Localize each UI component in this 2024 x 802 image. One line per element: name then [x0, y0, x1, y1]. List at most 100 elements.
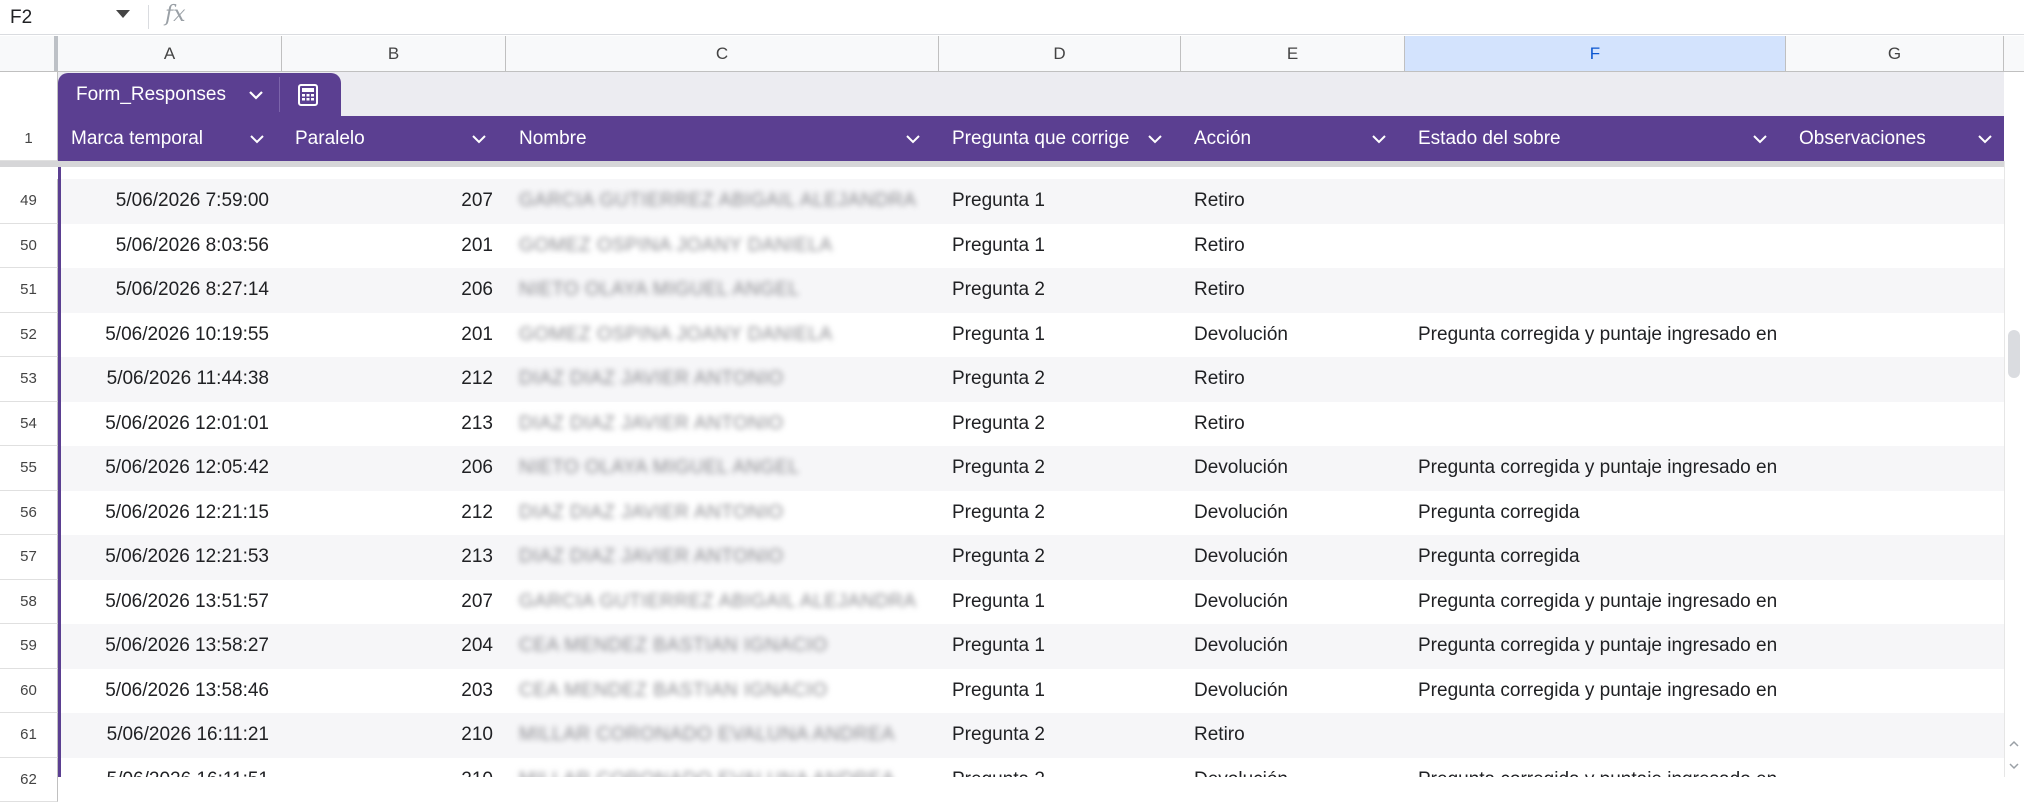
chevron-down-icon[interactable]	[246, 85, 266, 105]
scrollbar-thumb[interactable]	[2008, 330, 2020, 378]
cell-nombre[interactable]: DIAZ DIAZ JAVIER ANTONIO	[506, 491, 939, 536]
cell-pregunta[interactable]: Pregunta 2	[939, 402, 1181, 447]
cell-marca-temporal[interactable]: 5/06/2026 16:11:51	[58, 758, 282, 778]
column-header-b[interactable]: B	[282, 36, 506, 71]
cell-estado-del-sobre[interactable]: Pregunta corregida	[1405, 535, 1786, 580]
cell-nombre[interactable]: GOMEZ OSPINA JOANY DANIELA	[506, 313, 939, 358]
cell-observaciones[interactable]	[1786, 758, 2004, 778]
cell-observaciones[interactable]	[1786, 491, 2004, 536]
cell-pregunta[interactable]: Pregunta 1	[939, 313, 1181, 358]
select-all-corner[interactable]	[0, 36, 58, 71]
cell-accion[interactable]: Retiro	[1181, 402, 1405, 447]
chevron-down-icon[interactable]	[116, 10, 130, 18]
cell-estado-del-sobre[interactable]: Pregunta corregida y puntaje ingresado e…	[1405, 446, 1786, 491]
row-number[interactable]: 54	[0, 402, 58, 447]
cell-marca-temporal[interactable]: 5/06/2026 11:44:38	[58, 357, 282, 402]
cell-paralelo[interactable]: 201	[282, 224, 506, 269]
freeze-divider[interactable]	[0, 161, 58, 167]
cell-observaciones[interactable]	[1786, 224, 2004, 269]
cell-observaciones[interactable]	[1786, 446, 2004, 491]
cell-observaciones[interactable]	[1786, 402, 2004, 447]
cell-observaciones[interactable]	[1786, 624, 2004, 669]
cell-paralelo[interactable]: 210	[282, 758, 506, 778]
cell-nombre[interactable]: NIETO OLAYA MIGUEL ANGEL	[506, 268, 939, 313]
chevron-down-icon[interactable]	[1751, 130, 1769, 148]
cell-accion[interactable]: Devolución	[1181, 535, 1405, 580]
cell-marca-temporal[interactable]: 5/06/2026 7:59:00	[58, 179, 282, 224]
cell-estado-del-sobre[interactable]: Pregunta corregida y puntaje ingresado e…	[1405, 624, 1786, 669]
row-number[interactable]: 60	[0, 669, 58, 714]
cell-pregunta[interactable]: Pregunta 1	[939, 580, 1181, 625]
cell-marca-temporal[interactable]: 5/06/2026 8:27:14	[58, 268, 282, 313]
cell-paralelo[interactable]: 212	[282, 357, 506, 402]
row-number[interactable]: 56	[0, 491, 58, 536]
row-number[interactable]: 62	[0, 758, 58, 802]
cell-marca-temporal[interactable]: 5/06/2026 12:01:01	[58, 402, 282, 447]
table-view-icon[interactable]	[296, 83, 320, 107]
cell-marca-temporal[interactable]: 5/06/2026 12:21:15	[58, 491, 282, 536]
cell-accion[interactable]: Devolución	[1181, 669, 1405, 714]
cell-paralelo[interactable]: 206	[282, 446, 506, 491]
cell-paralelo[interactable]: 206	[282, 268, 506, 313]
cell-pregunta[interactable]: Pregunta 1	[939, 179, 1181, 224]
cell-estado-del-sobre[interactable]	[1405, 224, 1786, 269]
cell-estado-del-sobre[interactable]	[1405, 179, 1786, 224]
cell-nombre[interactable]: DIAZ DIAZ JAVIER ANTONIO	[506, 357, 939, 402]
cell-marca-temporal[interactable]: 5/06/2026 13:58:46	[58, 669, 282, 714]
cell-observaciones[interactable]	[1786, 669, 2004, 714]
column-header-f[interactable]: F	[1405, 36, 1786, 71]
row-number[interactable]: 61	[0, 713, 58, 758]
header-pregunta[interactable]: Pregunta que corrige	[939, 116, 1181, 161]
cell-paralelo[interactable]: 207	[282, 179, 506, 224]
row-number[interactable]: 49	[0, 179, 58, 224]
cell-marca-temporal[interactable]: 5/06/2026 13:51:57	[58, 580, 282, 625]
header-observaciones[interactable]: Observaciones	[1786, 116, 2004, 161]
chevron-down-icon[interactable]	[1976, 130, 1994, 148]
cell-paralelo[interactable]: 203	[282, 669, 506, 714]
cell-estado-del-sobre[interactable]	[1405, 357, 1786, 402]
cell-estado-del-sobre[interactable]: Pregunta corregida	[1405, 491, 1786, 536]
cell-observaciones[interactable]	[1786, 580, 2004, 625]
cell-marca-temporal[interactable]: 5/06/2026 8:03:56	[58, 224, 282, 269]
row-number[interactable]: 59	[0, 624, 58, 669]
column-header-d[interactable]: D	[939, 36, 1181, 71]
cell-observaciones[interactable]	[1786, 268, 2004, 313]
chevron-down-icon[interactable]	[904, 130, 922, 148]
cell-estado-del-sobre[interactable]	[1405, 402, 1786, 447]
column-header-c[interactable]: C	[506, 36, 939, 71]
cell-pregunta[interactable]: Pregunta 2	[939, 713, 1181, 758]
cell-accion[interactable]: Retiro	[1181, 713, 1405, 758]
cell-nombre[interactable]: GARCIA GUTIERREZ ABIGAIL ALEJANDRA	[506, 179, 939, 224]
cell-pregunta[interactable]: Pregunta 1	[939, 669, 1181, 714]
cell-pregunta[interactable]: Pregunta 2	[939, 491, 1181, 536]
chevron-down-icon[interactable]	[1370, 130, 1388, 148]
cell-estado-del-sobre[interactable]: Pregunta corregida y puntaje ingresado e…	[1405, 758, 1786, 778]
cell-nombre[interactable]: MILLAR CORONADO EVALUNA ANDREA	[506, 758, 939, 778]
column-header-e[interactable]: E	[1181, 36, 1405, 71]
cell-paralelo[interactable]: 201	[282, 313, 506, 358]
cell-accion[interactable]: Devolución	[1181, 491, 1405, 536]
cell-marca-temporal[interactable]: 5/06/2026 13:58:27	[58, 624, 282, 669]
row-number[interactable]: 52	[0, 313, 58, 358]
column-header-a[interactable]: A	[58, 36, 282, 71]
cell-paralelo[interactable]: 213	[282, 402, 506, 447]
cell-observaciones[interactable]	[1786, 313, 2004, 358]
cell-accion[interactable]: Retiro	[1181, 357, 1405, 402]
cell-pregunta[interactable]: Pregunta 2	[939, 535, 1181, 580]
cell-accion[interactable]: Devolución	[1181, 313, 1405, 358]
cell-marca-temporal[interactable]: 5/06/2026 12:21:53	[58, 535, 282, 580]
cell-nombre[interactable]: MILLAR CORONADO EVALUNA ANDREA	[506, 713, 939, 758]
cell-pregunta[interactable]: Pregunta 2	[939, 446, 1181, 491]
chevron-down-icon[interactable]	[1146, 130, 1164, 148]
row-number[interactable]: 58	[0, 580, 58, 625]
cell-estado-del-sobre[interactable]	[1405, 713, 1786, 758]
cell-paralelo[interactable]: 210	[282, 713, 506, 758]
header-nombre[interactable]: Nombre	[506, 116, 939, 161]
row-number[interactable]: 51	[0, 268, 58, 313]
row-number[interactable]: 50	[0, 224, 58, 269]
cell-pregunta[interactable]: Pregunta 1	[939, 624, 1181, 669]
cell-nombre[interactable]: GARCIA GUTIERREZ ABIGAIL ALEJANDRA	[506, 580, 939, 625]
cell-nombre[interactable]: DIAZ DIAZ JAVIER ANTONIO	[506, 535, 939, 580]
header-estado-del-sobre[interactable]: Estado del sobre	[1405, 116, 1786, 161]
cell-estado-del-sobre[interactable]: Pregunta corregida y puntaje ingresado e…	[1405, 580, 1786, 625]
